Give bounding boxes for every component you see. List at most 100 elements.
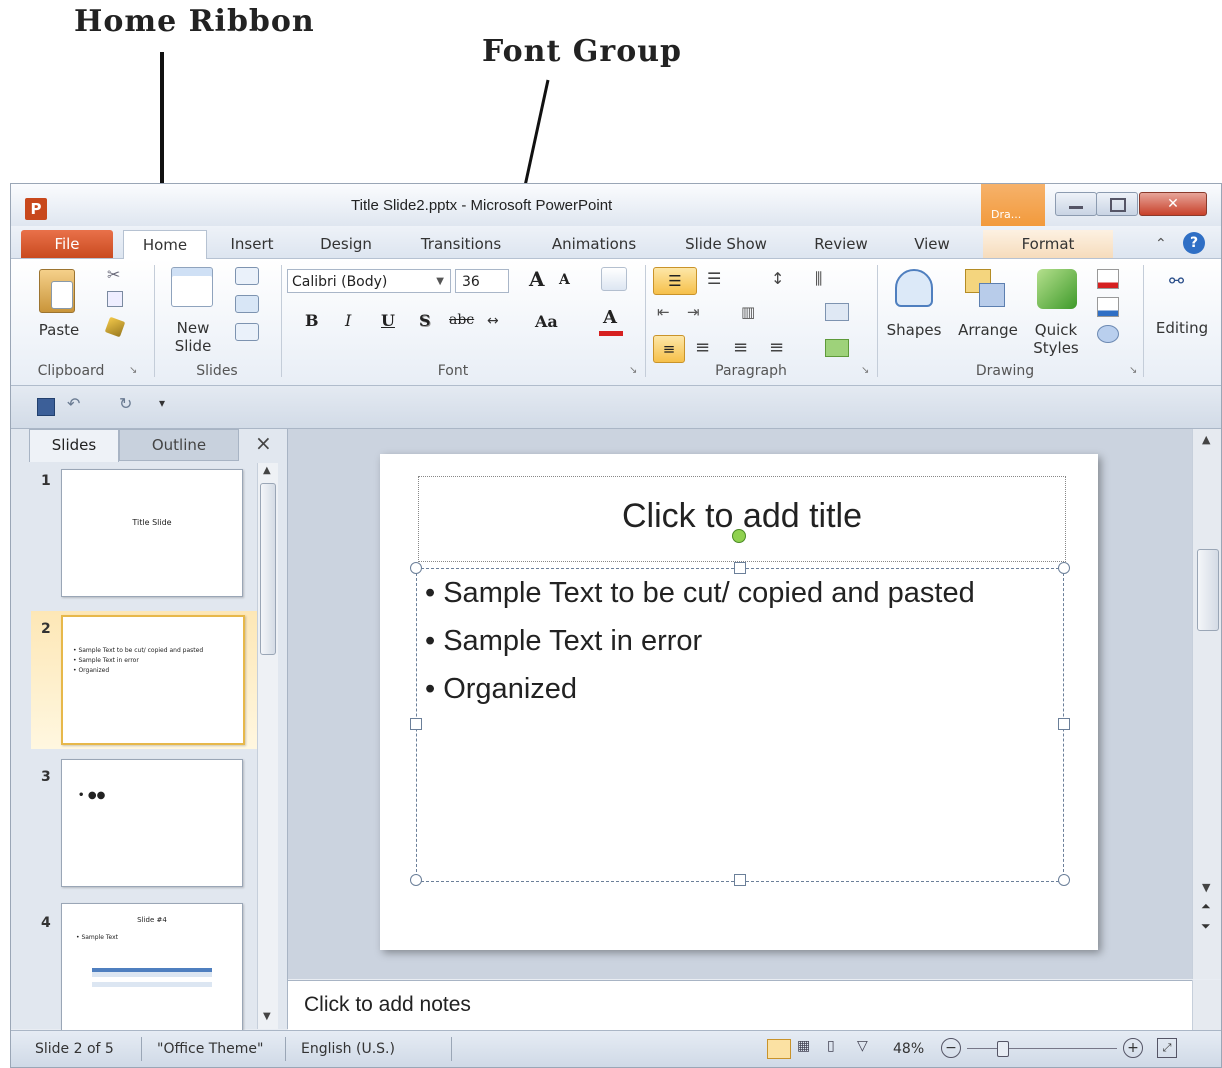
powerpoint-app-icon[interactable]: P <box>25 198 47 220</box>
slide-show-icon[interactable]: ▽ <box>857 1038 868 1054</box>
notes-scrollbar[interactable] <box>1192 980 1221 1030</box>
increase-indent-icon[interactable]: ⇥ <box>687 303 700 321</box>
tab-home[interactable]: Home <box>123 230 207 260</box>
section-icon[interactable] <box>235 323 259 341</box>
title-placeholder[interactable]: Click to add title <box>418 476 1066 562</box>
paragraph-launcher-icon[interactable]: ↘ <box>861 365 869 376</box>
new-slide-button-line2[interactable]: Slide <box>163 337 223 355</box>
resize-handle[interactable] <box>734 874 746 886</box>
minimize-button[interactable] <box>1055 192 1097 216</box>
resize-handle[interactable] <box>1058 562 1070 574</box>
help-icon[interactable]: ? <box>1183 232 1205 254</box>
italic-button[interactable]: I <box>345 311 351 330</box>
resize-handle[interactable] <box>734 562 746 574</box>
copy-icon[interactable] <box>107 291 123 307</box>
zoom-slider-track[interactable] <box>967 1048 1117 1049</box>
font-launcher-icon[interactable]: ↘ <box>629 365 637 376</box>
editing-button[interactable]: Editing <box>1147 319 1217 337</box>
tab-file[interactable]: File <box>21 230 113 258</box>
restore-button[interactable] <box>1096 192 1138 216</box>
resize-handle[interactable] <box>1058 718 1070 730</box>
align-center-icon[interactable]: ≡ <box>695 337 710 358</box>
clear-formatting-icon[interactable] <box>601 267 627 291</box>
tab-transitions[interactable]: Transitions <box>406 230 516 258</box>
content-placeholder[interactable]: • Sample Text to be cut/ copied and past… <box>416 568 1064 882</box>
scroll-thumb[interactable] <box>1197 549 1219 631</box>
resize-handle[interactable] <box>1058 874 1070 886</box>
rotation-handle[interactable] <box>732 529 746 543</box>
scroll-up-icon[interactable]: ▲ <box>1202 433 1210 446</box>
grow-font-button[interactable]: A <box>529 267 545 291</box>
layout-icon[interactable] <box>235 267 259 285</box>
clipboard-launcher-icon[interactable]: ↘ <box>129 365 137 376</box>
columns-icon[interactable]: ▥ <box>741 303 755 321</box>
zoom-slider-thumb[interactable] <box>997 1041 1009 1057</box>
minimize-ribbon-icon[interactable]: ⌃ <box>1155 236 1167 252</box>
format-painter-icon[interactable] <box>104 316 126 338</box>
zoom-in-icon[interactable]: + <box>1123 1038 1143 1058</box>
tab-review[interactable]: Review <box>806 230 876 258</box>
tab-animations[interactable]: Animations <box>539 230 649 258</box>
strikethrough-button[interactable]: abc <box>449 312 474 328</box>
font-color-button[interactable]: A <box>599 307 625 337</box>
new-slide-button-line1[interactable]: New <box>163 319 223 337</box>
tab-format[interactable]: Format <box>983 230 1113 258</box>
slide-thumbnail-3[interactable]: • ●● <box>61 759 243 887</box>
font-size-dropdown[interactable]: 36 <box>455 269 509 293</box>
drawing-launcher-icon[interactable]: ↘ <box>1129 365 1137 376</box>
tab-slide-show[interactable]: Slide Show <box>671 230 781 258</box>
bullets-button[interactable]: ☰ <box>653 267 697 295</box>
shapes-button[interactable]: Shapes <box>879 321 949 339</box>
previous-slide-icon[interactable]: ⏶ <box>1201 899 1211 914</box>
change-case-button[interactable]: Aa <box>535 312 558 331</box>
shape-outline-icon[interactable] <box>1097 297 1119 317</box>
slide-vertical-scrollbar[interactable]: ▲ ▼ ⏶ ⏷ <box>1192 429 1221 979</box>
slide-thumbnail-1[interactable]: Title Slide <box>61 469 243 597</box>
quick-styles-button-line2[interactable]: Styles <box>1025 339 1087 357</box>
scroll-down-icon[interactable]: ▼ <box>263 1011 271 1022</box>
paste-button[interactable]: Paste <box>33 321 85 339</box>
smartart-icon[interactable] <box>825 339 849 357</box>
font-name-dropdown[interactable]: Calibri (Body) ▼ <box>287 269 451 293</box>
resize-handle[interactable] <box>410 718 422 730</box>
zoom-level[interactable]: 48% <box>893 1041 924 1057</box>
shape-effects-icon[interactable] <box>1097 325 1119 343</box>
undo-icon[interactable]: ↶ <box>67 394 80 413</box>
cut-icon[interactable]: ✂ <box>107 265 120 284</box>
theme-name[interactable]: "Office Theme" <box>157 1041 263 1057</box>
current-slide[interactable]: Click to add title • Sample Text to be c… <box>380 454 1098 950</box>
save-icon[interactable] <box>37 398 55 416</box>
align-right-icon[interactable]: ≡ <box>733 337 748 358</box>
tab-outline[interactable]: Outline <box>119 429 239 461</box>
slide-thumbnail-2[interactable]: • Sample Text to be cut/ copied and past… <box>61 615 245 745</box>
shape-fill-icon[interactable] <box>1097 269 1119 289</box>
tab-insert[interactable]: Insert <box>216 230 288 258</box>
resize-handle[interactable] <box>410 562 422 574</box>
reading-view-icon[interactable]: ▯ <box>827 1038 835 1054</box>
scroll-thumb[interactable] <box>260 483 276 655</box>
close-button[interactable]: ✕ <box>1139 192 1207 216</box>
decrease-indent-icon[interactable]: ⇤ <box>657 303 670 321</box>
quick-styles-button-line1[interactable]: Quick <box>1025 321 1087 339</box>
pane-scrollbar[interactable]: ▲ ▼ <box>257 463 278 1029</box>
bold-button[interactable]: B <box>305 311 319 330</box>
next-slide-icon[interactable]: ⏷ <box>1201 919 1211 934</box>
tab-slides[interactable]: Slides <box>29 429 119 462</box>
align-left-button[interactable]: ≡ <box>653 335 685 363</box>
slide-thumbnail-4[interactable]: Slide #4 • Sample Text <box>61 903 243 1031</box>
tab-design[interactable]: Design <box>306 230 386 258</box>
character-spacing-icon[interactable]: ↔ <box>487 313 499 329</box>
zoom-out-icon[interactable]: − <box>941 1038 961 1058</box>
resize-handle[interactable] <box>410 874 422 886</box>
underline-button[interactable]: U <box>381 311 395 330</box>
customize-qat-icon[interactable]: ▾ <box>159 396 165 410</box>
slide-sorter-icon[interactable]: ▦ <box>797 1038 810 1054</box>
justify-icon[interactable]: ≡ <box>769 337 784 358</box>
shrink-font-button[interactable]: A <box>559 272 570 288</box>
normal-view-button[interactable] <box>767 1039 791 1059</box>
reset-icon[interactable] <box>235 295 259 313</box>
close-pane-icon[interactable]: × <box>255 431 272 455</box>
line-spacing-icon[interactable]: ↕ <box>771 269 784 288</box>
scroll-up-icon[interactable]: ▲ <box>263 465 271 476</box>
language[interactable]: English (U.S.) <box>301 1041 395 1057</box>
